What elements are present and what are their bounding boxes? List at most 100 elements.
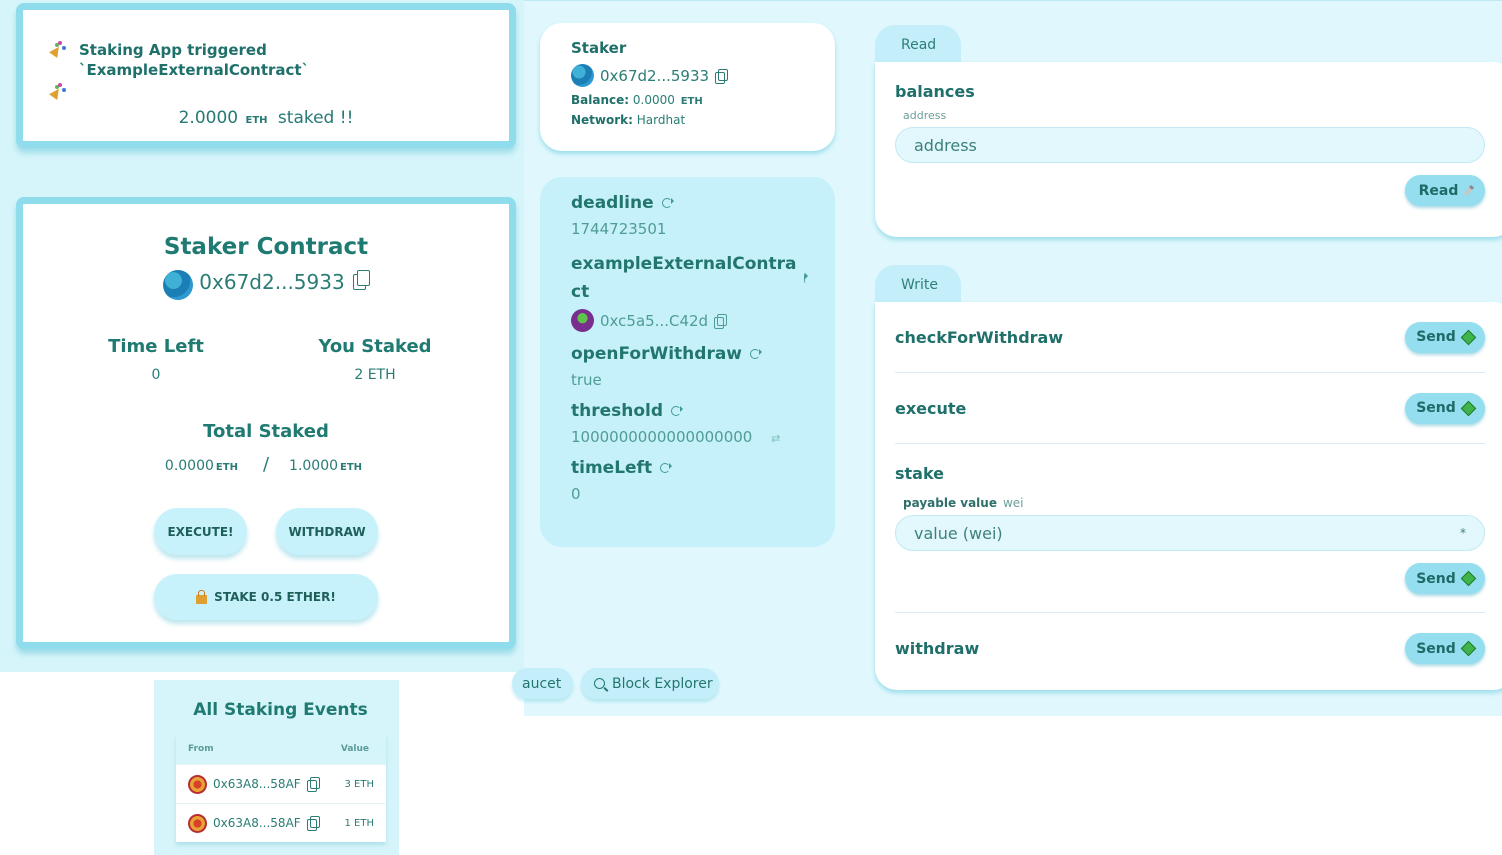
block-explorer-label: Block Explorer (612, 675, 713, 692)
address-input-placeholder: address (914, 135, 977, 155)
staker-balance-line: Balance: 0.0000 ETH (571, 93, 804, 107)
var-open-name: openForWithdraw (571, 344, 743, 364)
check-for-withdraw-name: checkForWithdraw (895, 327, 1064, 347)
read-section: balances address address Read (875, 62, 1502, 237)
var-timeleft-name: timeLeft (571, 458, 653, 478)
payable-value-label: payable value (903, 496, 997, 510)
var-timeleft-value: 0 (571, 485, 581, 503)
var-deadline-name: deadline (571, 193, 654, 213)
table-row: 0x63A8...58AF 3 ETH (176, 764, 386, 803)
tab-write[interactable]: Write (875, 265, 961, 305)
stake-actions: Send (895, 563, 1485, 594)
var-threshold: threshold (571, 401, 804, 421)
you-staked-label: You Staked (318, 336, 432, 357)
block-explorer-button[interactable]: Block Explorer (581, 668, 719, 699)
refresh-icon[interactable] (660, 463, 673, 473)
event-avatar (188, 813, 207, 833)
contract-address-row: 0x67d2...5933 (23, 270, 509, 300)
balance-value: 0.0000 (632, 93, 675, 107)
copy-icon[interactable] (714, 313, 728, 329)
swap-icon[interactable]: ⇄ (771, 432, 780, 445)
event-address: 0x63A8...58AF (213, 777, 301, 791)
contract-address: 0x67d2...5933 (199, 270, 345, 294)
table-row: 0x63A8...58AF 1 ETH (176, 803, 386, 842)
send-button[interactable]: Send (1405, 563, 1485, 594)
balance-unit: ETH (680, 96, 703, 107)
read-button[interactable]: Read (1405, 175, 1485, 206)
write-row-withdraw: withdraw Send (895, 613, 1485, 684)
party-popper-icon (49, 40, 67, 58)
pencil-icon (1464, 185, 1475, 196)
tab-write-label: Write (901, 277, 938, 293)
refresh-icon[interactable] (750, 349, 763, 359)
read-actions: Read (895, 175, 1485, 206)
event-value: 3 ETH (344, 778, 375, 790)
write-list: checkForWithdraw Send execute Send stake… (895, 302, 1485, 684)
notice-staked-line: 2.0000 ETH staked !! (49, 108, 483, 128)
example-contract-address: 0xc5a5...C42d (600, 311, 709, 330)
read-function-name: balances (895, 82, 975, 101)
event-from: 0x63A8...58AF (188, 774, 320, 794)
address-input[interactable]: address (895, 127, 1485, 163)
tab-read[interactable]: Read (875, 25, 961, 65)
write-row-check-for-withdraw: checkForWithdraw Send (895, 302, 1485, 373)
execute-label: EXECUTE! (167, 524, 234, 539)
stake-value-input[interactable]: value (wei) * (895, 515, 1485, 551)
var-example-contract-name: exampleExternalContra ct (571, 250, 796, 306)
read-button-label: Read (1418, 182, 1459, 199)
copy-icon[interactable] (715, 68, 729, 84)
network-value: Hardhat (636, 113, 686, 127)
var-open-for-withdraw: openForWithdraw (571, 344, 804, 364)
total-staked-value: 0.0000 (164, 458, 214, 474)
tab-read-label: Read (901, 37, 937, 53)
event-address: 0x63A8...58AF (213, 816, 301, 830)
contract-title: Staker Contract (163, 234, 369, 260)
stake-button[interactable]: STAKE 0.5 ETHER! (154, 574, 378, 620)
search-icon (594, 678, 605, 689)
var-open-value: true (571, 371, 602, 389)
send-label: Send (1416, 329, 1456, 345)
network-label: Network: (571, 113, 633, 127)
var-example-name-line1: exampleExternalContra (571, 254, 797, 274)
copy-icon[interactable] (306, 816, 320, 831)
threshold-unit: ETH (340, 462, 363, 473)
var-deadline: deadline (571, 193, 804, 213)
staker-title: Staker (571, 39, 627, 57)
send-button[interactable]: Send (1405, 321, 1485, 353)
withdraw-label: WITHDRAW (288, 524, 366, 539)
refresh-icon[interactable] (661, 198, 674, 208)
faucet-button[interactable]: aucet (512, 668, 573, 699)
events-title: All Staking Events (193, 700, 368, 720)
lock-icon (196, 589, 208, 604)
send-button[interactable]: Send (1405, 392, 1485, 424)
var-time-left: timeLeft (571, 458, 804, 478)
send-label: Send (1416, 570, 1456, 587)
withdraw-button[interactable]: WITHDRAW (276, 508, 378, 555)
copy-icon[interactable] (352, 270, 370, 290)
notice-message-row: Staking App triggered `ExampleExternalCo… (49, 40, 483, 80)
send-label: Send (1416, 640, 1456, 657)
staker-address-row: 0x67d2...5933 (571, 64, 804, 87)
money-icon (1460, 329, 1477, 345)
refresh-icon[interactable] (671, 406, 684, 416)
staker-info-panel: Staker 0x67d2...5933 Balance: 0.0000 ETH… (540, 23, 835, 151)
send-button[interactable]: Send (1405, 633, 1485, 664)
stake-input-placeholder: value (wei) (914, 523, 1003, 543)
copy-icon[interactable] (306, 777, 320, 792)
you-staked-value: 2 ETH (354, 367, 396, 383)
total-staked-unit: ETH (215, 462, 238, 473)
write-row-execute: execute Send (895, 373, 1485, 444)
var-example-contract: exampleExternalContra ct (571, 250, 809, 306)
execute-button[interactable]: EXECUTE! (154, 508, 247, 555)
refresh-icon[interactable] (804, 273, 809, 283)
write-row-stake: stake payable value wei value (wei) * Sen… (895, 444, 1485, 613)
threshold-value: 1.0000 (289, 458, 339, 474)
notice-staked-suffix: staked !! (277, 108, 354, 128)
events-table-header: From Value (176, 734, 386, 764)
withdraw-name: withdraw (895, 639, 980, 658)
payable-label: payable value wei (903, 496, 1485, 510)
balance-label: Balance: (571, 93, 630, 107)
write-section: checkForWithdraw Send execute Send stake… (875, 302, 1502, 690)
completion-notice-card: Staking App triggered `ExampleExternalCo… (16, 3, 516, 148)
payable-unit: wei (1002, 496, 1024, 510)
